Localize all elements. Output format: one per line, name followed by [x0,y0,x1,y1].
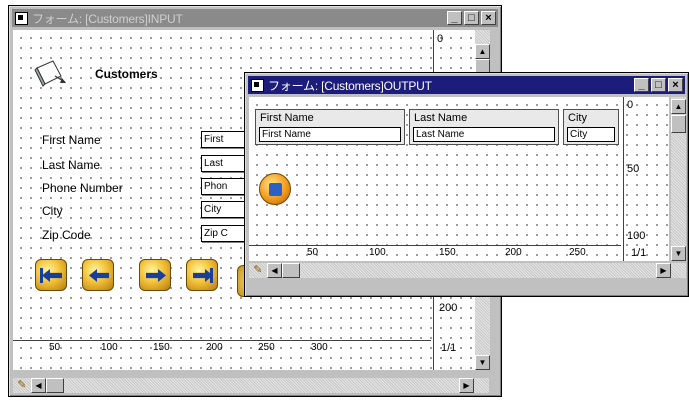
scroll-left-button[interactable]: ◀ [31,378,46,393]
column-header-label: First Name [260,112,314,124]
scroll-thumb[interactable] [46,378,64,393]
maximize-button[interactable]: □ [464,11,479,25]
window-icon [15,11,28,25]
maximize-button[interactable]: □ [651,78,666,92]
input-page-indicator: 1/1 [441,342,457,354]
last-record-icon[interactable] [186,259,218,291]
previous-record-icon[interactable] [82,259,114,291]
vruler-label-100: 100 [627,230,646,242]
vruler-label-0: 0 [627,99,634,111]
column-header-label: Last Name [414,112,468,124]
column-city[interactable]: City City [563,109,619,145]
vruler-label-50: 50 [627,163,640,175]
form-icon [33,58,67,88]
ruler-label: 150 [153,342,170,353]
close-button[interactable]: × [668,78,683,92]
output-page-indicator: 1/1 [631,247,647,259]
phone-number-label: Phone Number [42,181,123,195]
pencil-icon[interactable]: ✎ [249,263,267,277]
city-output-field[interactable]: City [567,127,615,142]
input-horizontal-scrollbar[interactable]: ✎ ◀ ▶ [13,378,489,393]
zip-code-label: Zip Code [42,228,91,242]
ruler-label: 50 [49,342,61,353]
first-record-icon[interactable] [35,259,67,291]
scroll-down-button[interactable]: ▼ [671,246,686,261]
window-icon [251,78,264,92]
scroll-down-button[interactable]: ▼ [475,355,490,370]
ruler-label: 250 [569,247,586,258]
first-name-label: First Name [42,133,101,147]
column-header-label: City [568,112,587,124]
first-name-output-field[interactable]: First Name [259,127,401,142]
city-label: City [42,204,63,218]
ruler-label: 300 [311,342,328,353]
scroll-up-button[interactable]: ▲ [671,99,686,114]
output-form-window: フォーム: [Customers]OUTPUT _ □ × First Name… [244,72,689,297]
input-window-title: フォーム: [Customers]INPUT [32,11,183,26]
output-window-titlebar[interactable]: フォーム: [Customers]OUTPUT _ □ × [248,76,685,94]
ruler-label: 200 [206,342,223,353]
next-record-icon[interactable] [139,259,171,291]
close-button[interactable]: × [481,11,496,25]
column-first-name[interactable]: First Name First Name [255,109,405,145]
scroll-up-button[interactable]: ▲ [475,44,490,59]
output-horizontal-scrollbar[interactable]: ✎ ◀ ▶ [249,263,686,278]
pencil-icon[interactable]: ✎ [13,378,31,392]
vruler-label-0: 0 [437,33,444,45]
column-last-name[interactable]: Last Name Last Name [409,109,559,145]
ruler-label: 200 [505,247,522,258]
ruler-label: 250 [258,342,275,353]
scroll-thumb[interactable] [671,115,686,133]
minimize-button[interactable]: _ [634,78,649,92]
ruler-label: 100 [369,247,386,258]
form-header-label: Customers [95,67,158,81]
ruler-label: 150 [439,247,456,258]
minimize-button[interactable]: _ [447,11,462,25]
input-horizontal-ruler: 50 100 150 200 250 300 [13,340,431,355]
scroll-right-button[interactable]: ▶ [459,378,474,393]
scroll-left-button[interactable]: ◀ [267,263,282,278]
output-window-title: フォーム: [Customers]OUTPUT [268,78,432,93]
vruler-label-200: 200 [439,302,458,314]
input-window-titlebar[interactable]: フォーム: [Customers]INPUT _ □ × [12,9,498,27]
ruler-label: 50 [307,247,319,258]
ruler-label: 100 [101,342,118,353]
last-name-label: Last Name [42,158,101,172]
output-vertical-scrollbar[interactable]: ▲ ▼ [671,97,686,261]
vertical-ruler-line [623,97,624,261]
scroll-thumb[interactable] [282,263,300,278]
last-name-output-field[interactable]: Last Name [413,127,555,142]
scroll-right-button[interactable]: ▶ [656,263,671,278]
next-record-icon[interactable] [259,173,291,205]
output-horizontal-ruler: 50 100 150 200 250 [249,245,621,260]
output-form-canvas[interactable]: First Name First Name Last Name Last Nam… [249,97,669,261]
